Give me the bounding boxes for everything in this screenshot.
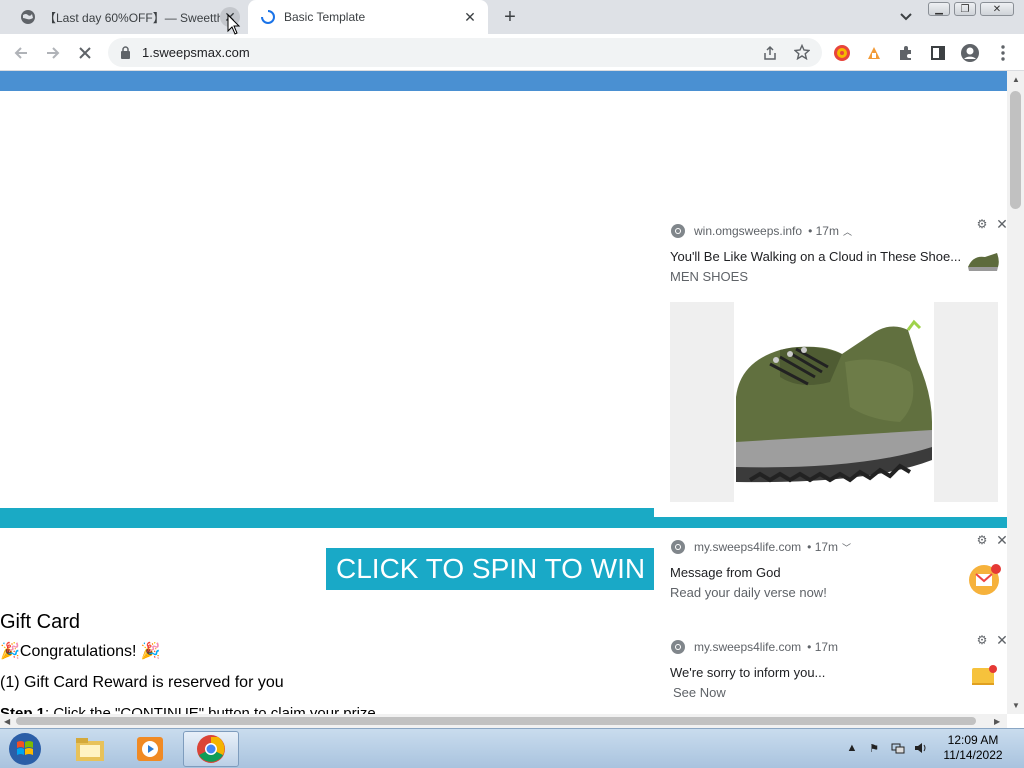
notification-card-shoes[interactable]: win.omgsweeps.info • 17m ︿ ⚙ ✕ You'll Be… xyxy=(654,212,1009,517)
notification-close-icon[interactable]: ✕ xyxy=(995,216,1009,232)
shoe-thumbnail-icon xyxy=(965,245,1001,277)
window-close-button[interactable]: ✕ xyxy=(980,2,1014,16)
horizontal-scroll-thumb[interactable] xyxy=(16,717,976,725)
notification-card-sorry[interactable]: my.sweeps4life.com • 17m ⚙ ✕ We're sorry… xyxy=(654,628,1009,714)
notification-origin: win.omgsweeps.info • 17m ︿ xyxy=(670,223,852,239)
forward-arrow-icon[interactable] xyxy=(40,40,66,66)
restore-button[interactable]: ❐ xyxy=(954,2,976,16)
notification-settings-gear-icon[interactable]: ⚙ xyxy=(975,533,989,547)
side-panel-icon[interactable] xyxy=(925,40,951,66)
extension-orange-icon[interactable] xyxy=(861,40,887,66)
loading-spinner-icon xyxy=(261,10,275,24)
notification-origin: my.sweeps4life.com • 17m xyxy=(670,639,838,655)
volume-speaker-icon[interactable] xyxy=(914,741,928,755)
scroll-left-arrow-icon[interactable]: ◀ xyxy=(4,717,10,726)
system-clock[interactable]: 12:09 AM 11/14/2022 xyxy=(938,733,1008,763)
chrome-gray-icon xyxy=(671,224,685,238)
notification-card-message-from-god[interactable]: my.sweeps4life.com • 17m ﹀ ⚙ ✕ Message f… xyxy=(654,528,1009,618)
notification-body: MEN SHOES xyxy=(670,269,749,284)
notification-close-icon[interactable]: ✕ xyxy=(995,532,1009,548)
notification-site: my.sweeps4life.com xyxy=(694,540,802,554)
step1-instruction: : Click the "CONTINUE" button to claim y… xyxy=(45,705,376,714)
more-menu-icon[interactable] xyxy=(990,40,1016,66)
notification-close-icon[interactable]: ✕ xyxy=(995,632,1009,648)
minimize-button[interactable]: ▁ xyxy=(928,2,950,16)
notification-settings-gear-icon[interactable]: ⚙ xyxy=(975,633,989,647)
back-arrow-icon[interactable] xyxy=(8,40,34,66)
lock-icon xyxy=(121,46,130,59)
file-explorer-taskbar-icon[interactable] xyxy=(62,731,118,767)
notification-time: • 17m xyxy=(808,224,839,238)
envelope-notification-icon xyxy=(969,564,1001,595)
chevron-down-icon[interactable]: ﹀ xyxy=(842,541,851,554)
top-color-bar xyxy=(0,71,1007,91)
extensions-puzzle-icon[interactable] xyxy=(893,40,919,66)
mouse-cursor-icon xyxy=(227,14,241,35)
tab-search-chevron-icon[interactable] xyxy=(895,6,917,28)
globe-icon xyxy=(21,10,35,24)
see-now-action-button[interactable]: See Now xyxy=(673,685,726,700)
tab-inactive[interactable]: 【Last day 60%OFF】— Sweetth Pr ✕ xyxy=(8,0,248,34)
scroll-right-arrow-icon[interactable]: ▶ xyxy=(994,717,1000,726)
notification-title: We're sorry to inform you... xyxy=(670,665,826,680)
action-center-flag-icon[interactable]: ⚑ xyxy=(867,741,881,755)
new-tab-button[interactable]: + xyxy=(498,5,522,29)
notification-site: my.sweeps4life.com xyxy=(694,640,802,654)
show-hidden-icons-arrow-icon[interactable]: ▲ xyxy=(845,741,859,755)
vertical-scroll-thumb[interactable] xyxy=(1010,91,1021,209)
notification-time: • 17m xyxy=(807,540,839,554)
chrome-gray-icon xyxy=(671,640,685,654)
notification-body: Read your daily verse now! xyxy=(670,585,827,600)
profile-avatar-icon[interactable] xyxy=(957,40,983,66)
step1-text: Step 1: Click the "CONTINUE" button to c… xyxy=(0,705,376,714)
notification-title: Message from God xyxy=(670,565,781,580)
notification-settings-gear-icon[interactable]: ⚙ xyxy=(975,217,989,231)
notification-site: win.omgsweeps.info xyxy=(694,224,803,238)
share-icon[interactable] xyxy=(762,45,778,61)
tab-title: 【Last day 60%OFF】— Sweetth Pr xyxy=(44,10,220,25)
notification-time: • 17m xyxy=(807,640,839,654)
start-button[interactable] xyxy=(6,731,44,767)
tab-active[interactable]: Basic Template ✕ xyxy=(248,0,488,34)
browser-toolbar: 1.sweepsmax.com xyxy=(0,34,1024,71)
clock-time: 12:09 AM xyxy=(947,733,999,747)
step1-label: Step 1 xyxy=(0,705,46,714)
tab-strip: 【Last day 60%OFF】— Sweetth Pr ✕ Basic Te… xyxy=(0,0,1024,34)
url-text: 1.sweepsmax.com xyxy=(142,45,250,60)
address-bar[interactable]: 1.sweepsmax.com xyxy=(108,38,822,67)
message-envelope-icon xyxy=(972,665,997,685)
chrome-taskbar-icon[interactable] xyxy=(183,731,239,767)
notification-origin: my.sweeps4life.com • 17m ﹀ xyxy=(670,539,851,555)
gift-card-heading: Gift Card xyxy=(0,611,81,633)
windows-logo-icon xyxy=(9,733,41,765)
tab-title: Basic Template xyxy=(284,10,366,24)
reward-text: (1) Gift Card Reward is reserved for you xyxy=(0,674,284,691)
scroll-up-arrow-icon[interactable]: ▲ xyxy=(1012,75,1020,84)
shoe-product-image xyxy=(670,302,998,502)
scroll-down-arrow-icon[interactable]: ▼ xyxy=(1012,701,1020,710)
congratulations-text: 🎉Congratulations! 🎉 xyxy=(0,643,161,660)
bookmark-star-icon[interactable] xyxy=(794,44,810,60)
chevron-up-icon[interactable]: ︿ xyxy=(843,225,852,238)
chrome-gray-icon xyxy=(671,540,685,554)
tab-close-icon[interactable]: ✕ xyxy=(460,7,480,27)
vertical-scrollbar[interactable]: ▲ ▼ xyxy=(1007,71,1024,714)
stop-loading-icon[interactable] xyxy=(72,40,98,66)
clock-date: 11/14/2022 xyxy=(943,748,1003,762)
network-icon[interactable] xyxy=(891,741,905,755)
windows-taskbar: ▲ ⚑ 12:09 AM 11/14/2022 xyxy=(0,728,1024,768)
horizontal-scrollbar[interactable]: ◀ ▶ xyxy=(0,714,1007,728)
notification-title: You'll Be Like Walking on a Cloud in The… xyxy=(670,249,962,264)
spin-to-win-button[interactable]: CLICK TO SPIN TO WIN xyxy=(326,548,666,590)
extension-red-icon[interactable] xyxy=(829,40,855,66)
media-player-taskbar-icon[interactable] xyxy=(122,731,178,767)
